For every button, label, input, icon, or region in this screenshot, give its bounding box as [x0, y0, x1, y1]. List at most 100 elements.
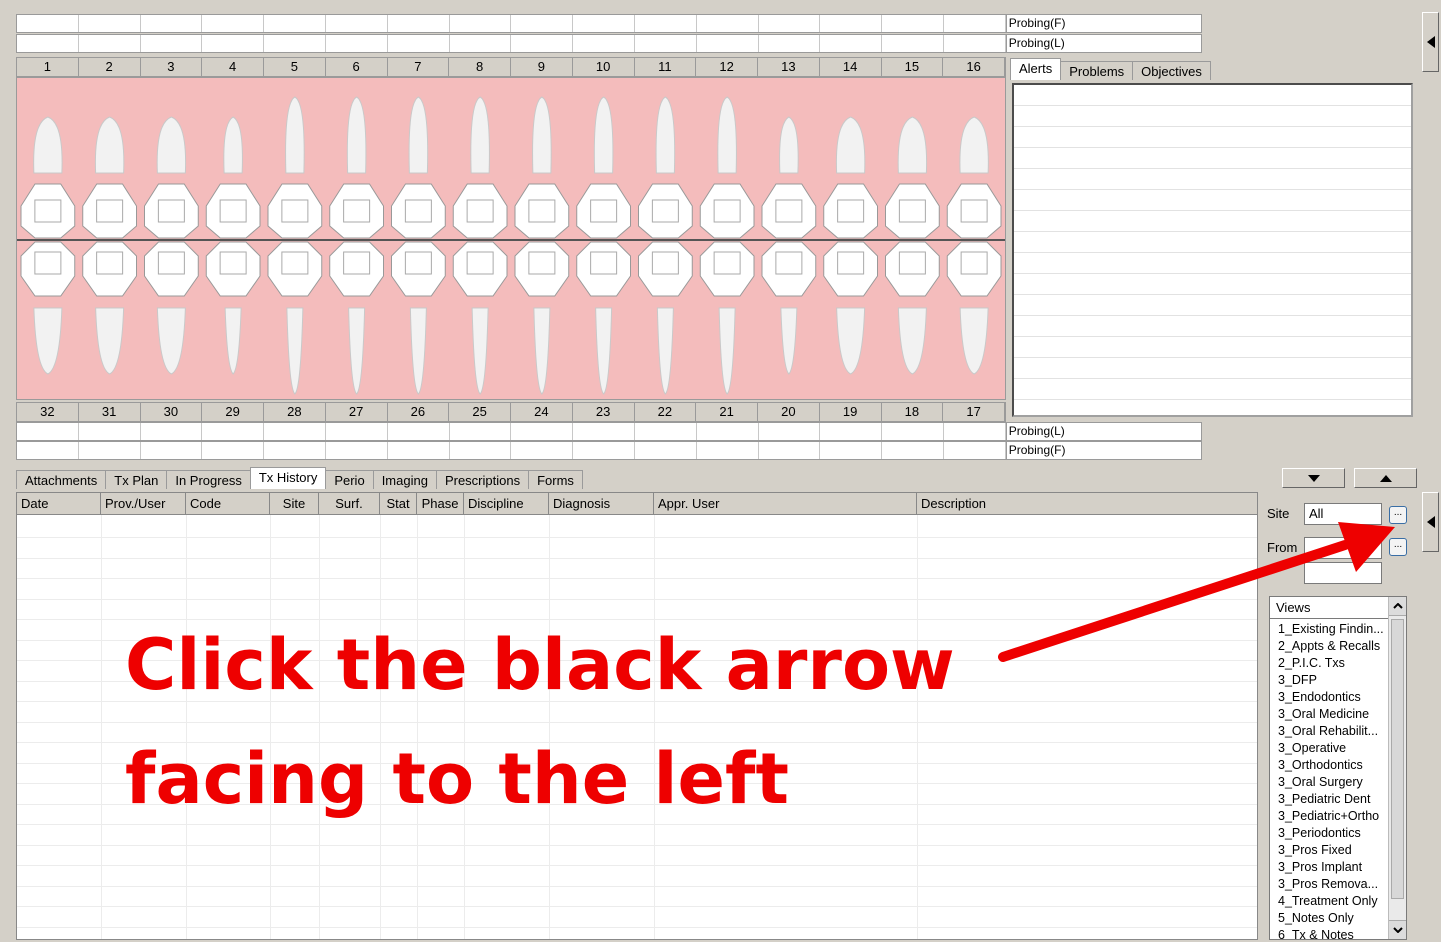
- tooth-number[interactable]: 1: [17, 58, 79, 76]
- column-date[interactable]: Date: [17, 493, 101, 515]
- tooth-number[interactable]: 5: [264, 58, 326, 76]
- column-stat[interactable]: Stat: [380, 493, 417, 515]
- views-item[interactable]: 5_Notes Only: [1270, 910, 1392, 927]
- views-item[interactable]: 3_Pros Implant: [1270, 859, 1392, 876]
- from-date-field[interactable]: [1304, 537, 1382, 559]
- collapse-top-panel-button[interactable]: [1422, 12, 1439, 72]
- tab-forms[interactable]: Forms: [528, 470, 583, 489]
- views-scrollbar[interactable]: [1388, 597, 1406, 939]
- occlusal-center: [157, 251, 185, 275]
- views-item[interactable]: 3_Oral Medicine: [1270, 706, 1392, 723]
- move-up-button[interactable]: [1354, 468, 1417, 488]
- views-item[interactable]: 2_P.I.C. Txs: [1270, 655, 1392, 672]
- tooth-number[interactable]: 15: [882, 58, 944, 76]
- tab-perio[interactable]: Perio: [325, 470, 374, 489]
- from-date-picker-button[interactable]: ...: [1389, 538, 1407, 556]
- views-item[interactable]: 3_Operative: [1270, 740, 1392, 757]
- views-item[interactable]: 3_Oral Surgery: [1270, 774, 1392, 791]
- tooth-number[interactable]: 3: [141, 58, 203, 76]
- lower-tooth: [224, 307, 242, 375]
- tooth-number[interactable]: 6: [326, 58, 388, 76]
- collapse-filter-panel-button[interactable]: [1422, 492, 1439, 552]
- tx-history-grid[interactable]: Date Prov./User Code Site Surf. Stat Pha…: [16, 492, 1258, 940]
- alerts-list[interactable]: [1012, 83, 1413, 417]
- tooth-number[interactable]: 19: [820, 403, 882, 421]
- tooth-number[interactable]: 29: [202, 403, 264, 421]
- views-item[interactable]: 3_Pediatric Dent: [1270, 791, 1392, 808]
- tooth-number[interactable]: 7: [388, 58, 450, 76]
- column-description[interactable]: Description: [917, 493, 1255, 515]
- tab-in-progress[interactable]: In Progress: [166, 470, 251, 489]
- tooth-number[interactable]: 21: [696, 403, 758, 421]
- tooth-number[interactable]: 11: [635, 58, 697, 76]
- tooth-number[interactable]: 23: [573, 403, 635, 421]
- tooth-chart-graphic[interactable]: [17, 78, 1005, 399]
- lower-tooth: [897, 307, 927, 375]
- views-item[interactable]: 3_DFP: [1270, 672, 1392, 689]
- tooth-number[interactable]: 2: [79, 58, 141, 76]
- tooth-number[interactable]: 26: [388, 403, 450, 421]
- column-discipline[interactable]: Discipline: [464, 493, 549, 515]
- views-item[interactable]: 4_Treatment Only: [1270, 893, 1392, 910]
- occlusal-center: [219, 199, 247, 223]
- tab-tx-plan[interactable]: Tx Plan: [105, 470, 168, 489]
- column-phase[interactable]: Phase: [417, 493, 464, 515]
- column-code[interactable]: Code: [186, 493, 270, 515]
- move-down-button[interactable]: [1282, 468, 1345, 488]
- tooth-number[interactable]: 28: [264, 403, 326, 421]
- tooth-number[interactable]: 10: [573, 58, 635, 76]
- tooth-number[interactable]: 16: [943, 58, 1005, 76]
- tooth-number[interactable]: 13: [758, 58, 820, 76]
- site-field[interactable]: All: [1304, 503, 1382, 525]
- tooth-number[interactable]: 27: [326, 403, 388, 421]
- lower-tooth: [33, 307, 63, 375]
- tab-alerts[interactable]: Alerts: [1010, 58, 1062, 80]
- views-item[interactable]: 1_Existing Findin...: [1270, 621, 1392, 638]
- tab-imaging[interactable]: Imaging: [372, 470, 437, 489]
- views-item[interactable]: 3_Oral Rehabilit...: [1270, 723, 1392, 740]
- tooth-number[interactable]: 17: [943, 403, 1005, 421]
- tooth-number[interactable]: 31: [79, 403, 141, 421]
- views-item[interactable]: 3_Pros Fixed: [1270, 842, 1392, 859]
- tooth-number[interactable]: 24: [511, 403, 573, 421]
- views-list[interactable]: Views 1_Existing Findin... 2_Appts & Rec…: [1269, 596, 1407, 940]
- occlusal-center: [837, 251, 865, 275]
- tooth-number[interactable]: 30: [141, 403, 203, 421]
- tab-attachments[interactable]: Attachments: [16, 470, 107, 489]
- tooth-number[interactable]: 25: [449, 403, 511, 421]
- scroll-thumb[interactable]: [1391, 619, 1404, 899]
- tooth-number[interactable]: 9: [511, 58, 573, 76]
- probing-row-lower-facial: Probing(F): [16, 441, 1202, 460]
- tooth-number[interactable]: 20: [758, 403, 820, 421]
- tooth-number[interactable]: 18: [882, 403, 944, 421]
- occlusal-center: [404, 251, 432, 275]
- probing-label: Probing(L): [1005, 423, 1201, 440]
- views-item[interactable]: 3_Pediatric+Ortho: [1270, 808, 1392, 825]
- tab-tx-history[interactable]: Tx History: [249, 467, 327, 489]
- tooth-number[interactable]: 4: [202, 58, 264, 76]
- views-item[interactable]: 6_Tx & Notes: [1270, 927, 1392, 939]
- column-site[interactable]: Site: [270, 493, 319, 515]
- tooth-number[interactable]: 12: [696, 58, 758, 76]
- views-item[interactable]: 3_Endodontics: [1270, 689, 1392, 706]
- column-diagnosis[interactable]: Diagnosis: [549, 493, 654, 515]
- site-picker-button[interactable]: ...: [1389, 506, 1407, 524]
- tooth-number[interactable]: 22: [635, 403, 697, 421]
- tab-objectives[interactable]: Objectives: [1132, 61, 1211, 80]
- tooth-number[interactable]: 32: [17, 403, 79, 421]
- tooth-chart[interactable]: [16, 77, 1006, 400]
- tab-prescriptions[interactable]: Prescriptions: [435, 470, 530, 489]
- to-date-field[interactable]: [1304, 562, 1382, 584]
- scroll-up-button[interactable]: [1389, 597, 1406, 616]
- views-item[interactable]: 3_Orthodontics: [1270, 757, 1392, 774]
- column-prov-user[interactable]: Prov./User: [101, 493, 186, 515]
- tooth-number[interactable]: 8: [449, 58, 511, 76]
- views-item[interactable]: 2_Appts & Recalls: [1270, 638, 1392, 655]
- tooth-number[interactable]: 14: [820, 58, 882, 76]
- scroll-down-button[interactable]: [1389, 920, 1406, 939]
- tab-problems[interactable]: Problems: [1060, 61, 1134, 80]
- views-item[interactable]: 3_Pros Remova...: [1270, 876, 1392, 893]
- views-item[interactable]: 3_Periodontics: [1270, 825, 1392, 842]
- column-appr-user[interactable]: Appr. User: [654, 493, 917, 515]
- column-surf[interactable]: Surf.: [319, 493, 380, 515]
